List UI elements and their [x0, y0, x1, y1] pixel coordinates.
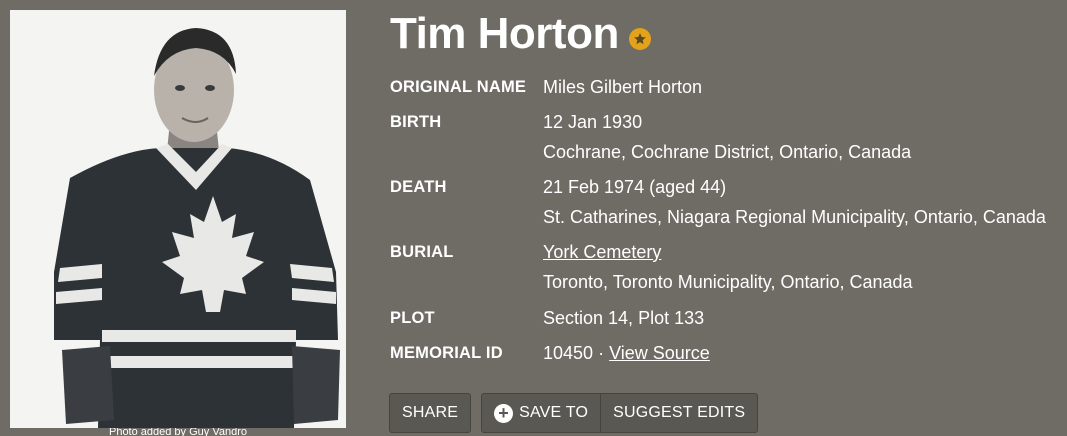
- birth-place: Cochrane, Cochrane District, Ontario, Ca…: [543, 142, 912, 162]
- fact-memorial-id: MEMORIAL ID 10450 · View Source: [390, 338, 1067, 368]
- fact-label: PLOT: [390, 309, 435, 327]
- button-group: + SAVE TO SUGGEST EDITS: [481, 393, 759, 433]
- memorial-name: Tim Horton: [390, 9, 619, 58]
- death-date: 21 Feb 1974 (aged 44): [543, 177, 727, 197]
- fact-label: BURIAL: [390, 243, 454, 261]
- action-bar: SHARE + SAVE TO SUGGEST EDITS: [389, 393, 759, 433]
- fact-death: DEATH 21 Feb 1974 (aged 44) St. Catharin…: [390, 172, 1067, 232]
- view-source-link[interactable]: View Source: [609, 343, 710, 363]
- fact-label: MEMORIAL ID: [390, 344, 503, 362]
- separator: ·: [598, 343, 605, 363]
- fact-burial: BURIAL York Cemetery Toronto, Toronto Mu…: [390, 237, 1067, 297]
- memorial-id-value: 10450: [543, 343, 594, 363]
- fact-label: ORIGINAL NAME: [390, 78, 527, 96]
- plot-value: Section 14, Plot 133: [543, 308, 705, 328]
- cemetery-link[interactable]: York Cemetery: [543, 242, 661, 262]
- fact-label: DEATH: [390, 178, 447, 196]
- save-to-label: SAVE TO: [519, 404, 589, 421]
- save-to-button[interactable]: + SAVE TO: [481, 393, 602, 433]
- death-place: St. Catharines, Niagara Regional Municip…: [543, 207, 1046, 227]
- hockey-player-photo: [10, 10, 346, 428]
- fact-plot: PLOT Section 14, Plot 133: [390, 303, 1067, 333]
- memorial-photo[interactable]: [10, 10, 346, 428]
- suggest-edits-button[interactable]: SUGGEST EDITS: [600, 393, 759, 433]
- fact-original-name: ORIGINAL NAME Miles Gilbert Horton: [390, 72, 1067, 102]
- fact-label: BIRTH: [390, 113, 442, 131]
- star-badge-icon[interactable]: [628, 28, 651, 50]
- share-label: SHARE: [402, 404, 459, 421]
- fact-birth: BIRTH 12 Jan 1930 Cochrane, Cochrane Dis…: [390, 107, 1067, 167]
- name-header: Tim Horton: [390, 8, 651, 60]
- photo-caption: Photo added by Guy Vandro: [108, 428, 247, 436]
- share-button[interactable]: SHARE: [389, 393, 472, 433]
- birth-date: 12 Jan 1930: [543, 112, 643, 132]
- suggest-edits-label: SUGGEST EDITS: [613, 404, 746, 421]
- plus-circle-icon: +: [494, 403, 514, 423]
- burial-place: Toronto, Toronto Municipality, Ontario, …: [543, 272, 913, 292]
- original-name-value: Miles Gilbert Horton: [543, 77, 703, 97]
- memorial-facts: ORIGINAL NAME Miles Gilbert Horton BIRTH…: [390, 72, 1067, 368]
